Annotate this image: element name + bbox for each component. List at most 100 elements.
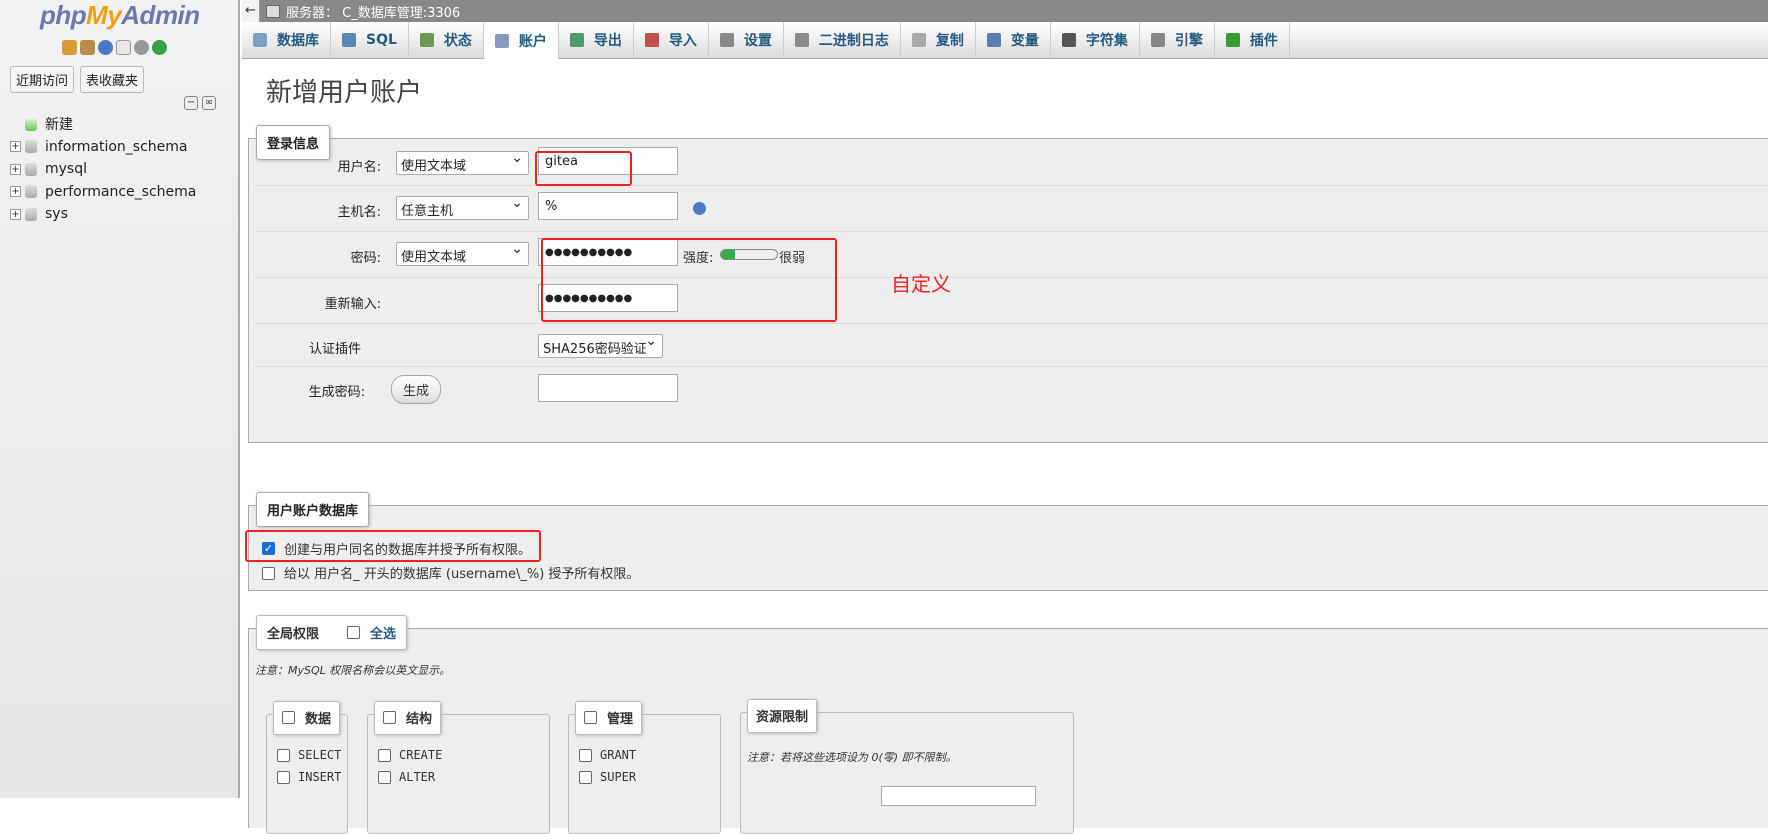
breadcrumb[interactable]: 服务器： C_数据库管理:3306: [286, 2, 460, 21]
user-database-legend: 用户账户数据库: [256, 492, 370, 527]
privilege-row[interactable]: GRANT: [579, 748, 636, 762]
logout-icon[interactable]: [80, 40, 95, 55]
resource-limits-legend: 资源限制: [747, 699, 818, 733]
privilege-checkbox[interactable]: [277, 748, 290, 762]
reenter-label: 重新输入:: [324, 297, 381, 312]
generate-button[interactable]: 生成: [391, 375, 442, 404]
database-icon: [25, 140, 37, 154]
privilege-checkbox[interactable]: [579, 748, 592, 762]
resource-limit-input[interactable]: [881, 786, 1036, 806]
username-type-select[interactable]: 使用文本域: [396, 150, 529, 175]
tab-variables[interactable]: 变量: [976, 22, 1051, 58]
page-title: 新增用户账户: [266, 78, 423, 108]
binlog-icon: [794, 33, 809, 47]
help-icon[interactable]: [693, 202, 706, 215]
tab-status[interactable]: 状态: [409, 22, 484, 58]
privilege-row[interactable]: SUPER: [579, 770, 636, 784]
reload-icon[interactable]: [152, 40, 167, 55]
tab-import[interactable]: 导入: [634, 22, 709, 58]
tree-item-db[interactable]: + mysql: [10, 158, 196, 181]
expand-icon[interactable]: +: [10, 141, 21, 153]
help-icon[interactable]: [98, 40, 113, 55]
username-highlight: [535, 151, 632, 186]
password-type-select[interactable]: 使用文本域: [396, 241, 529, 266]
tree-item-label[interactable]: sys: [45, 206, 68, 222]
tab-engines[interactable]: 引擎: [1140, 22, 1215, 58]
tab-replication[interactable]: 复制: [901, 22, 976, 58]
collapse-nav-icon[interactable]: ←: [242, 0, 260, 22]
docs-icon[interactable]: [116, 40, 131, 55]
nav-icon-row: [62, 40, 167, 55]
host-label: 主机名:: [337, 205, 381, 220]
collapse-all-icon[interactable]: −: [184, 96, 198, 110]
gear-icon[interactable]: [134, 40, 149, 55]
admin-group-checkbox[interactable]: [584, 711, 597, 724]
tab-charset[interactable]: 字符集: [1051, 22, 1140, 58]
privilege-checkbox[interactable]: [579, 770, 592, 784]
home-icon[interactable]: [62, 40, 77, 55]
tab-settings[interactable]: 设置: [709, 22, 784, 58]
host-type-select[interactable]: 任意主机: [396, 195, 529, 220]
server-icon: [266, 4, 280, 18]
tree-item-db[interactable]: + sys: [10, 203, 196, 226]
privilege-checkbox[interactable]: [277, 770, 290, 784]
resource-limits-note: 注意：若将这些选项设为 0(零) 即不限制。: [747, 751, 957, 764]
auth-plugin-row: 认证插件 SHA256密码验证: [255, 325, 1768, 367]
tab-binlog[interactable]: 二进制日志: [784, 22, 901, 58]
data-group-checkbox[interactable]: [282, 711, 295, 724]
select-all-checkbox[interactable]: [347, 626, 361, 639]
privilege-row[interactable]: INSERT: [277, 770, 341, 784]
host-row: 主机名: 任意主机 %: [255, 187, 1768, 232]
privilege-row[interactable]: CREATE: [378, 748, 442, 762]
structure-privileges-group: 结构 CREATE ALTER: [367, 701, 550, 834]
global-privileges-fieldset: 全局权限 全选 注意：MySQL 权限名称会以英文显示。 数据 SELECT I…: [248, 615, 1768, 834]
password-row: 密码: 使用文本域 ●●●●●●●●●● 强度: 很弱: [255, 233, 1768, 278]
tab-plugins[interactable]: 插件: [1215, 22, 1290, 58]
username-row: 用户名: 使用文本域 gitea: [255, 141, 1768, 186]
status-icon: [419, 33, 434, 47]
database-icon: [25, 162, 37, 176]
expand-icon[interactable]: +: [10, 186, 21, 198]
data-group-title: 数据: [305, 712, 332, 727]
database-icon: [253, 33, 267, 47]
tab-databases[interactable]: 数据库: [242, 22, 331, 58]
main-content: 新增用户账户 登录信息 用户名: 使用文本域 gitea 主机名: 任意主机 %…: [245, 59, 1768, 834]
generate-label: 生成密码:: [308, 385, 365, 400]
expand-icon[interactable]: +: [10, 163, 21, 175]
variables-icon: [986, 33, 1001, 47]
recent-button[interactable]: 近期访问: [10, 66, 75, 93]
expand-icon[interactable]: +: [10, 208, 21, 220]
favorites-button[interactable]: 表收藏夹: [80, 66, 145, 93]
tree-item-label[interactable]: information_schema: [45, 139, 188, 155]
data-privileges-group: 数据 SELECT INSERT: [266, 701, 348, 834]
tree-item-db[interactable]: + performance_schema: [10, 181, 196, 204]
privilege-row[interactable]: SELECT: [277, 748, 341, 762]
tab-accounts[interactable]: 账户: [483, 22, 559, 59]
wildcard-db-label[interactable]: 给以 用户名_ 开头的数据库 (username\_%) 授予所有权限。: [284, 563, 639, 582]
import-icon: [644, 33, 659, 47]
structure-group-checkbox[interactable]: [383, 711, 396, 724]
tree-item-label[interactable]: performance_schema: [45, 184, 196, 200]
admin-privileges-group: 管理 GRANT SUPER: [568, 701, 721, 834]
select-all-label[interactable]: 全选: [370, 623, 396, 642]
tree-item-label[interactable]: mysql: [45, 161, 87, 177]
reenter-row: 重新输入: ●●●●●●●●●●: [255, 279, 1768, 324]
privilege-row[interactable]: ALTER: [378, 770, 435, 784]
generated-password-input[interactable]: [538, 374, 678, 402]
privilege-checkbox[interactable]: [378, 770, 391, 784]
tree-item-db[interactable]: + information_schema: [10, 136, 196, 159]
link-icon[interactable]: ∞: [202, 96, 216, 110]
host-input[interactable]: %: [538, 192, 678, 220]
tab-sql[interactable]: SQL: [331, 22, 409, 58]
privilege-checkbox[interactable]: [378, 748, 391, 762]
tree-item-label[interactable]: 新建: [45, 114, 73, 134]
tab-export[interactable]: 导出: [559, 22, 634, 58]
tree-item-new[interactable]: 新建: [10, 113, 196, 136]
password-highlight: [541, 238, 837, 322]
puzzle-icon: [1225, 33, 1240, 47]
auth-plugin-select[interactable]: SHA256密码验证: [538, 333, 663, 358]
wildcard-db-checkbox[interactable]: [262, 567, 275, 580]
breadcrumb-bar: ← 服务器： C_数据库管理:3306: [242, 0, 1768, 22]
phpmyadmin-logo[interactable]: phpMyAdmin: [40, 0, 200, 31]
global-privileges-title: 全局权限: [267, 627, 320, 642]
